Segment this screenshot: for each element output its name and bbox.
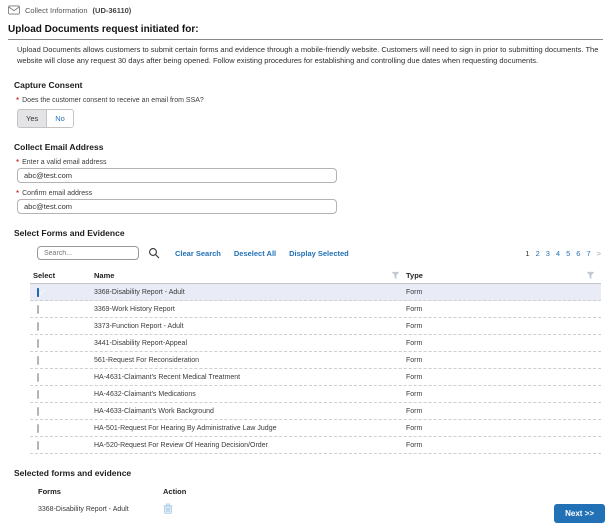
form-name-cell: HA-4632-Claimant's Medications <box>94 391 406 398</box>
selected-form-name: 3368-Disability Report - Adult <box>38 506 163 513</box>
consent-yes-button[interactable]: Yes <box>18 110 47 127</box>
table-row[interactable]: HA-4631-Claimant's Recent Medical Treatm… <box>30 369 601 386</box>
pagination-page[interactable]: 2 <box>536 249 540 258</box>
type-filter-icon[interactable] <box>586 271 595 280</box>
selected-forms-body: 3368-Disability Report - Adult <box>38 500 603 519</box>
table-row[interactable]: 3373-Function Report - Adult Form <box>30 318 601 335</box>
form-name-cell: 3369-Work History Report <box>94 306 406 313</box>
required-marker: * <box>16 98 19 103</box>
search-icon[interactable] <box>148 247 160 259</box>
required-marker: * <box>16 160 19 165</box>
name-filter-icon[interactable] <box>391 271 400 280</box>
forms-table-header: Select Name Type <box>30 268 601 284</box>
pagination-page[interactable]: 6 <box>576 249 580 258</box>
app-header: Collect Information (UD-36110) <box>0 0 611 15</box>
table-row[interactable]: HA-520-Request For Review Of Hearing Dec… <box>30 437 601 454</box>
required-marker: * <box>16 191 19 196</box>
form-name-cell: 3373-Function Report - Adult <box>94 323 406 330</box>
capture-consent-heading: Capture Consent <box>14 80 603 90</box>
form-type-cell: Form <box>406 306 601 313</box>
form-name-cell: HA-520-Request For Review Of Hearing Dec… <box>94 442 406 449</box>
table-action-links: Clear Search Deselect All Display Select… <box>175 249 349 258</box>
col-type-header: Type <box>406 271 423 280</box>
form-name-cell: HA-4633-Claimant's Work Background <box>94 408 406 415</box>
form-type-cell: Form <box>406 408 601 415</box>
selected-forms-header: Forms Action <box>38 483 603 500</box>
form-name-cell: 3441-Disability Report-Appeal <box>94 340 406 347</box>
enter-email-label: * Enter a valid email address <box>16 159 603 166</box>
pagination: 1 2 3 4 5 6 7 > <box>525 249 601 258</box>
pagination-pages: 1 2 3 4 5 6 7 <box>525 249 590 258</box>
form-type-cell: Form <box>406 340 601 347</box>
col-name-header: Name <box>94 271 114 280</box>
table-action-link[interactable]: Deselect All <box>234 249 276 258</box>
confirm-email-label-text: Confirm email address <box>22 190 92 197</box>
form-name-cell: HA-501-Request For Hearing By Administra… <box>94 425 406 432</box>
pagination-page[interactable]: 1 <box>525 249 529 258</box>
col-action-header: Action <box>163 487 603 496</box>
form-type-cell: Form <box>406 289 601 296</box>
pagination-page[interactable]: 3 <box>546 249 550 258</box>
table-row[interactable]: 3441-Disability Report-Appeal Form <box>30 335 601 352</box>
row-checkbox[interactable] <box>37 407 39 416</box>
table-action-link[interactable]: Display Selected <box>289 249 349 258</box>
enter-email-label-text: Enter a valid email address <box>22 159 106 166</box>
form-type-cell: Form <box>406 391 601 398</box>
consent-toggle: Yes No <box>17 109 74 128</box>
table-row[interactable]: HA-501-Request For Hearing By Administra… <box>30 420 601 437</box>
consent-question-label: Does the customer consent to receive an … <box>22 97 204 104</box>
app-title: Collect Information <box>25 6 88 15</box>
col-forms-header: Forms <box>38 487 163 496</box>
row-checkbox[interactable] <box>37 288 39 297</box>
row-checkbox[interactable] <box>37 441 39 450</box>
form-type-cell: Form <box>406 374 601 381</box>
table-action-link[interactable]: Clear Search <box>175 249 221 258</box>
selected-forms-table: Forms Action 3368-Disability Report - Ad… <box>38 483 603 519</box>
table-row[interactable]: HA-4633-Claimant's Work Background Form <box>30 403 601 420</box>
page-description: Upload Documents allows customers to sub… <box>17 45 601 66</box>
row-checkbox[interactable] <box>37 356 39 365</box>
row-checkbox[interactable] <box>37 322 39 331</box>
form-name-cell: HA-4631-Claimant's Recent Medical Treatm… <box>94 374 406 381</box>
forms-table-body: 3368-Disability Report - Adult Form 3369… <box>30 284 601 454</box>
consent-question: * Does the customer consent to receive a… <box>16 97 603 104</box>
row-checkbox[interactable] <box>37 339 39 348</box>
pagination-page[interactable]: 7 <box>586 249 590 258</box>
form-name-cell: 3368-Disability Report - Adult <box>94 289 406 296</box>
forms-table: Select Name Type 3368-Disability Report … <box>30 268 601 454</box>
form-type-cell: Form <box>406 425 601 432</box>
table-row[interactable]: 561-Request For Reconsideration Form <box>30 352 601 369</box>
select-forms-heading: Select Forms and Evidence <box>14 228 603 238</box>
collect-email-heading: Collect Email Address <box>14 142 603 152</box>
form-type-cell: Form <box>406 357 601 364</box>
row-checkbox[interactable] <box>37 305 39 314</box>
row-checkbox[interactable] <box>37 390 39 399</box>
row-checkbox[interactable] <box>37 424 39 433</box>
form-type-cell: Form <box>406 323 601 330</box>
email-field[interactable] <box>17 168 337 183</box>
selected-forms-heading: Selected forms and evidence <box>14 468 603 478</box>
form-name-cell: 561-Request For Reconsideration <box>94 357 406 364</box>
envelope-icon <box>8 5 20 15</box>
consent-no-button[interactable]: No <box>47 110 73 127</box>
confirm-email-field[interactable] <box>17 199 337 214</box>
pagination-next[interactable]: > <box>597 249 601 258</box>
table-row[interactable]: 3369-Work History Report Form <box>30 301 601 318</box>
table-row[interactable]: HA-4632-Claimant's Medications Form <box>30 386 601 403</box>
col-select-header: Select <box>30 271 94 280</box>
selected-form-row: 3368-Disability Report - Adult <box>38 500 603 519</box>
forms-toolbar: Clear Search Deselect All Display Select… <box>37 246 601 260</box>
confirm-email-label: * Confirm email address <box>16 190 603 197</box>
table-row[interactable]: 3368-Disability Report - Adult Form <box>30 284 601 301</box>
next-button[interactable]: Next >> <box>554 504 605 523</box>
row-checkbox[interactable] <box>37 373 39 382</box>
form-type-cell: Form <box>406 442 601 449</box>
pagination-page[interactable]: 4 <box>556 249 560 258</box>
search-input[interactable] <box>37 246 139 260</box>
trash-icon[interactable] <box>163 503 173 514</box>
pagination-page[interactable]: 5 <box>566 249 570 258</box>
app-id: (UD-36110) <box>93 6 132 15</box>
page-title: Upload Documents request initiated for: <box>8 24 603 40</box>
